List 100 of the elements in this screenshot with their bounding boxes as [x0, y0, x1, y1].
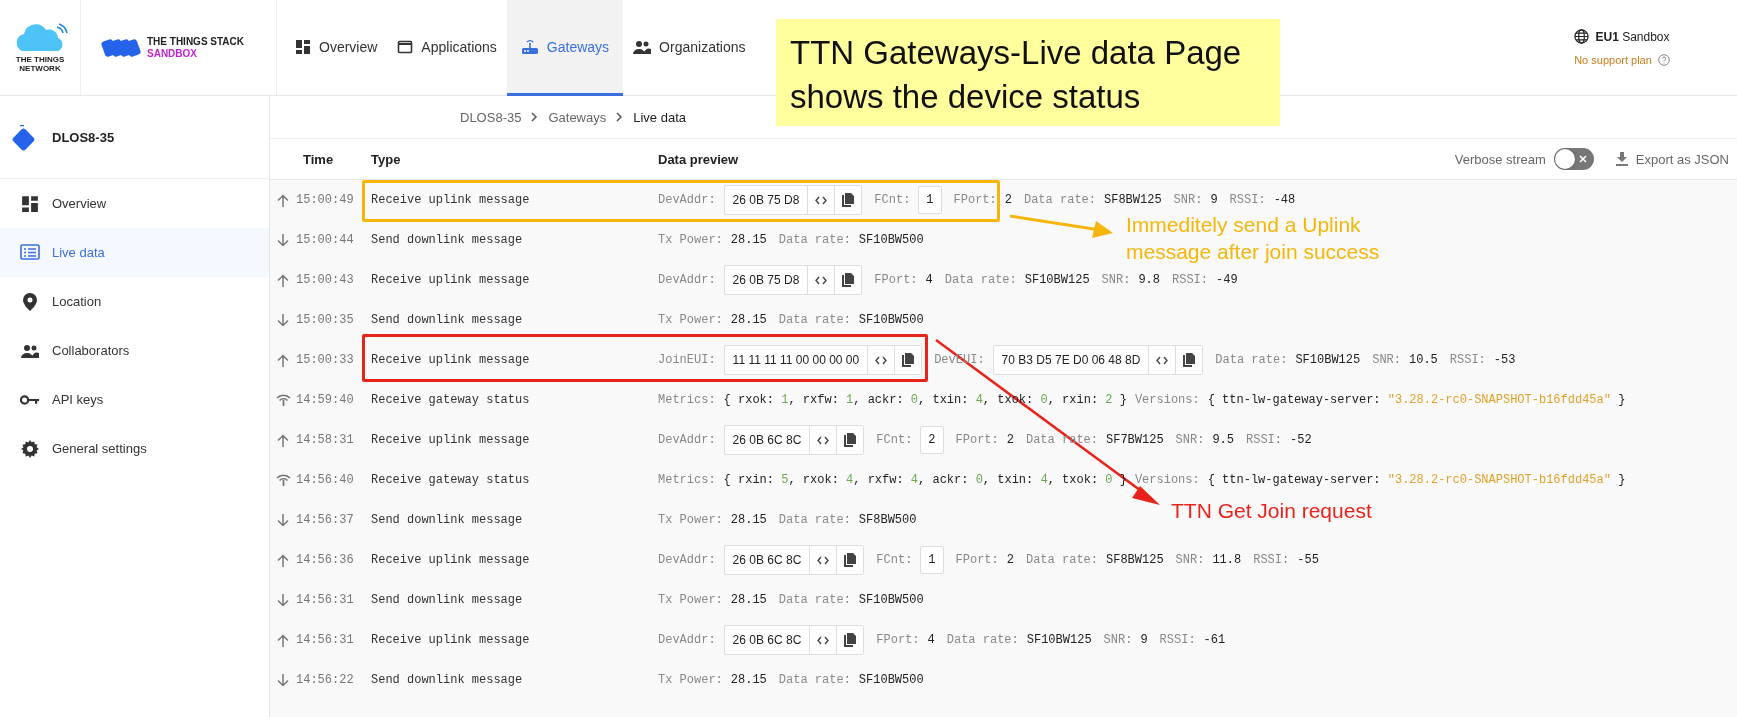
down-arrow-icon	[277, 233, 289, 247]
sidebar-item[interactable]: Overview	[0, 179, 269, 228]
hex-field[interactable]: 26 0B 75 D8	[723, 185, 863, 215]
annotation-note: TTN Get Join request	[1171, 498, 1372, 524]
event-type: Receive uplink message	[371, 273, 531, 287]
event-type: Receive gateway status	[371, 393, 531, 407]
preview-label: Metrics:	[658, 473, 716, 487]
preview-value: 9	[1210, 193, 1218, 207]
preview-label: Data rate:	[944, 273, 1017, 287]
hex-field[interactable]: 11 11 11 11 00 00 00 00	[723, 345, 923, 375]
globe-icon	[1574, 29, 1590, 44]
preview-label: Tx Power:	[658, 593, 723, 607]
preview-label: RSSI:	[1449, 353, 1486, 367]
preview-value: SF7BW125	[1106, 433, 1164, 447]
preview-label: SNR:	[1175, 433, 1205, 447]
code-text: { ttn-lw-gateway-server:	[1207, 393, 1382, 407]
breadcrumb-link[interactable]: Live data	[633, 109, 686, 125]
cluster-label: EU1 Sandbox	[1595, 29, 1670, 44]
grid-icon	[295, 38, 311, 55]
preview-value: SF8BW125	[1106, 553, 1164, 567]
preview-label: Tx Power:	[658, 673, 723, 687]
event-time: 14:59:40	[296, 393, 355, 407]
breadcrumb-link[interactable]: DLOS8-35	[460, 109, 522, 125]
nav-tab[interactable]: Applications	[387, 0, 507, 96]
preview-value: SF10BW125	[1295, 353, 1361, 367]
preview-label: SNR:	[1103, 633, 1133, 647]
stack-logo-subtitle: SANDBOX	[147, 47, 198, 60]
breadcrumb-link[interactable]: Gateways	[548, 109, 607, 125]
preview-label: Metrics:	[658, 393, 716, 407]
event-type: Send downlink message	[371, 233, 524, 247]
nav-tab[interactable]: Organizations	[623, 0, 756, 96]
event-time: 14:56:22	[296, 673, 355, 687]
preview-value: 28.15	[730, 513, 767, 527]
code-text: , ackr:	[918, 473, 970, 487]
event-type: Send downlink message	[371, 673, 524, 687]
preview-label: FCnt:	[876, 553, 913, 567]
up-arrow-icon	[277, 433, 289, 447]
sidebar-item[interactable]: General settings	[0, 424, 269, 473]
copy-button[interactable]	[836, 426, 864, 454]
preview-label: Tx Power:	[658, 513, 723, 527]
column-header: Type	[371, 151, 402, 167]
hex-field[interactable]: 26 0B 6C 8C	[723, 425, 865, 455]
sidebar-item[interactable]: Location	[0, 277, 269, 326]
sidebar-item[interactable]: API keys	[0, 375, 269, 424]
hex-field[interactable]: 26 0B 6C 8C	[723, 625, 865, 655]
people-icon	[20, 343, 40, 358]
preview-value: -48	[1273, 193, 1296, 207]
metric-value: 0	[1105, 473, 1113, 487]
preview-label: Tx Power:	[658, 313, 723, 327]
version-string: "3.28.2-rc0-SNAPSHOT-b16fdd45a"	[1387, 393, 1611, 407]
verbose-stream-switch[interactable]	[1553, 148, 1594, 170]
preview-label: RSSI:	[1229, 193, 1266, 207]
preview-label: DevAddr:	[658, 433, 716, 447]
event-type: Send downlink message	[371, 513, 524, 527]
code-icon	[815, 275, 828, 285]
export-json-button[interactable]: Export as JSON	[1615, 151, 1729, 167]
preview-label: DevAddr:	[658, 553, 716, 567]
nav-tab[interactable]: Gateways	[506, 0, 624, 96]
code-icon	[875, 355, 888, 365]
copy-button[interactable]	[836, 546, 864, 574]
copy-icon	[842, 273, 855, 287]
sidebar-item[interactable]: Live data	[0, 228, 269, 277]
event-type: Receive uplink message	[371, 553, 531, 567]
event-time: 15:00:44	[296, 233, 355, 247]
event-time: 14:56:37	[296, 513, 355, 527]
preview-value: 4	[925, 273, 933, 287]
gateway-icon	[520, 38, 539, 55]
event-type: Send downlink message	[371, 313, 524, 327]
preview-value: 11.8	[1212, 553, 1242, 567]
preview-value: 28.15	[730, 233, 767, 247]
code-icon	[817, 555, 830, 565]
hex-field[interactable]: 26 0B 6C 8C	[723, 545, 865, 575]
column-header: Data preview	[658, 151, 739, 167]
copy-icon	[844, 553, 857, 567]
nav-tab[interactable]: Overview	[285, 0, 388, 96]
metric-value: 4	[846, 473, 854, 487]
copy-button[interactable]	[834, 186, 862, 214]
metric-value: 1	[846, 393, 854, 407]
metric-value: 1	[781, 393, 789, 407]
preview-label: FPort:	[874, 273, 918, 287]
copy-button[interactable]	[894, 346, 922, 374]
event-time: 15:00:33	[296, 353, 355, 367]
preview-value: SF10BW500	[858, 673, 924, 687]
preview-value: SF8BW125	[1104, 193, 1162, 207]
copy-button[interactable]	[836, 626, 864, 654]
copy-button[interactable]	[834, 266, 862, 294]
copy-icon	[902, 353, 915, 367]
preview-value: 9.5	[1212, 433, 1234, 447]
hex-field[interactable]: 70 B3 D5 7E D0 06 48 8D	[992, 345, 1204, 375]
copy-button[interactable]	[1175, 346, 1203, 374]
event-type: Receive uplink message	[371, 433, 531, 447]
chevron-right-icon	[531, 112, 539, 122]
key-icon	[20, 393, 40, 406]
preview-value: SF10BW500	[858, 313, 924, 327]
sidebar-item[interactable]: Collaborators	[0, 326, 269, 375]
code-text: { rxok:	[723, 393, 776, 407]
hex-field[interactable]: 26 0B 75 D8	[723, 265, 863, 295]
metric-value: 2	[1105, 393, 1113, 407]
preview-value: 28.15	[730, 673, 767, 687]
count-value: 1	[920, 546, 944, 574]
